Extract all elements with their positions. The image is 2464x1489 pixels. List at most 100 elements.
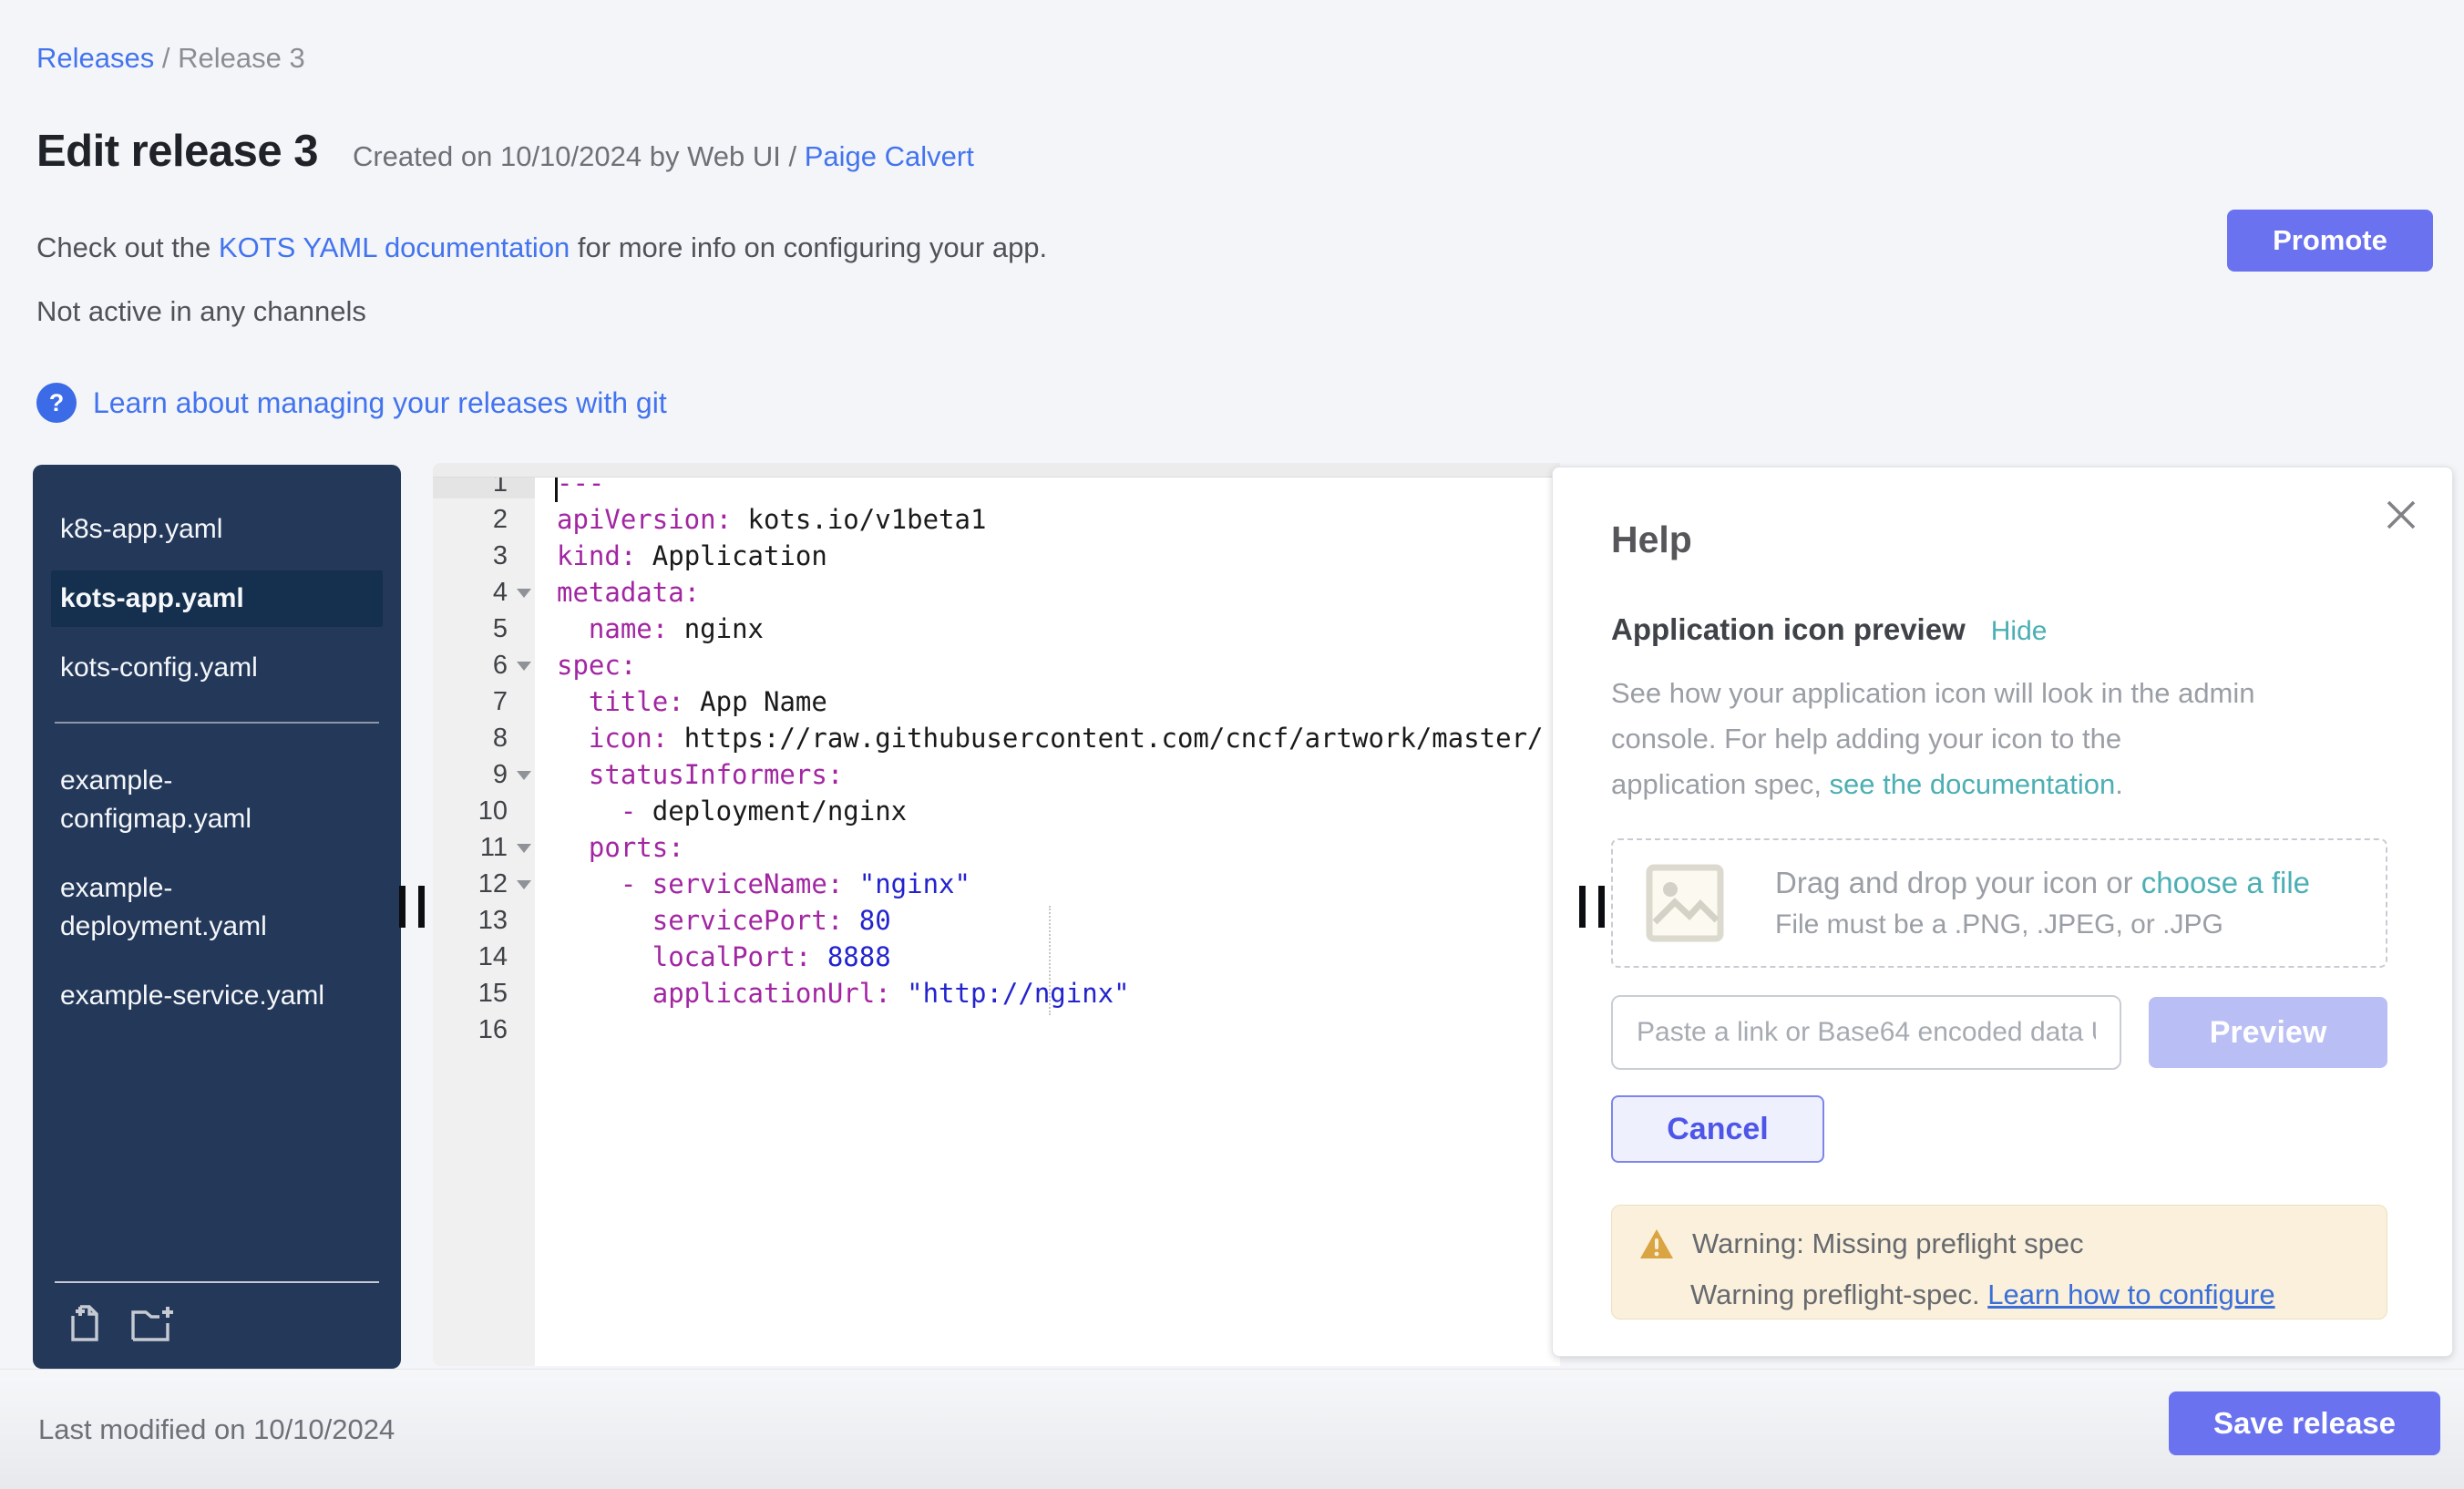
file-sidebar: k8s-app.yaml kots-app.yaml kots-config.yam…	[33, 465, 401, 1369]
fold-arrow-icon[interactable]	[517, 589, 531, 598]
close-icon[interactable]	[2381, 495, 2421, 535]
line-number[interactable]: 6	[433, 651, 535, 681]
line-number[interactable]: 2	[433, 505, 535, 535]
promote-button[interactable]: Promote	[2227, 210, 2433, 272]
sidebar-footer	[33, 1281, 401, 1369]
dropzone-prefix: Drag and drop your icon or	[1775, 866, 2141, 899]
code-text: - serviceName: "nginx"	[535, 868, 970, 899]
code-line-6: 6spec:	[433, 647, 1560, 683]
line-number[interactable]: 15	[433, 979, 535, 1009]
file-item-label: example-deployment.yaml	[60, 869, 334, 946]
code-text: ---	[535, 478, 604, 498]
fold-arrow-icon[interactable]	[517, 662, 531, 671]
code-text: name: nginx	[535, 613, 764, 644]
file-item-example-configmap.yaml[interactable]: example-configmap.yaml	[51, 753, 383, 847]
yaml-editor[interactable]: 1---2apiVersion: kots.io/v1beta13kind: A…	[433, 463, 1560, 1366]
line-number[interactable]: 16	[433, 1015, 535, 1045]
fold-arrow-icon[interactable]	[517, 771, 531, 780]
code-line-1: 1---	[433, 478, 1560, 501]
code-line-7: 7 title: App Name	[433, 683, 1560, 720]
help-resize-handle[interactable]	[1579, 886, 1605, 928]
line-number[interactable]: 5	[433, 614, 535, 644]
file-item-kots-app.yaml[interactable]: kots-app.yaml	[51, 570, 383, 627]
icon-dropzone[interactable]: Drag and drop your icon or choose a file…	[1611, 838, 2387, 968]
created-info: Created on 10/10/2024 by Web UI / Paige …	[353, 140, 974, 173]
file-item-k8s-app.yaml[interactable]: k8s-app.yaml	[51, 501, 383, 558]
line-number[interactable]: 8	[433, 724, 535, 754]
code-text: title: App Name	[535, 686, 827, 717]
icon-url-input[interactable]	[1611, 995, 2121, 1070]
line-number[interactable]: 9	[433, 760, 535, 790]
icon-preview-title: Application icon preview	[1611, 612, 1966, 647]
preflight-warning: Warning: Missing preflight spec Warning …	[1611, 1205, 2387, 1320]
line-number[interactable]: 3	[433, 541, 535, 571]
text-cursor	[555, 478, 558, 502]
docs-line: Check out the KOTS YAML documentation fo…	[36, 231, 1047, 264]
code-text: localPort: 8888	[535, 941, 891, 972]
kots-yaml-docs-link[interactable]: KOTS YAML documentation	[219, 231, 570, 263]
file-item-label: example-service.yaml	[60, 977, 324, 1015]
code-line-16: 16	[433, 1011, 1560, 1048]
save-release-button[interactable]: Save release	[2169, 1391, 2440, 1455]
code-line-14: 14 localPort: 8888	[433, 939, 1560, 975]
code-line-9: 9 statusInformers:	[433, 756, 1560, 793]
preview-button[interactable]: Preview	[2149, 997, 2387, 1068]
help-title: Help	[1611, 519, 2394, 561]
line-number[interactable]: 7	[433, 687, 535, 717]
author-link[interactable]: Paige Calvert	[805, 140, 974, 172]
new-folder-icon[interactable]	[129, 1303, 175, 1345]
page-title: Edit release 3	[36, 126, 318, 177]
hide-link[interactable]: Hide	[1991, 616, 2048, 647]
desc-period: .	[2115, 768, 2123, 800]
warning-detail: Warning preflight-spec. Learn how to con…	[1690, 1278, 2359, 1311]
warning-detail-text: Warning preflight-spec.	[1690, 1278, 1987, 1310]
code-text: apiVersion: kots.io/v1beta1	[535, 504, 986, 535]
choose-file-link[interactable]: choose a file	[2141, 866, 2310, 899]
breadcrumb-separator: /	[154, 42, 178, 74]
line-number[interactable]: 4	[433, 578, 535, 608]
sidebar-footer-divider	[55, 1281, 379, 1283]
file-item-label: kots-app.yaml	[60, 580, 244, 618]
fold-arrow-icon[interactable]	[517, 844, 531, 853]
image-placeholder-icon	[1646, 864, 1724, 942]
code-text: - deployment/nginx	[535, 796, 907, 827]
code-text: kind: Application	[535, 540, 827, 571]
line-number[interactable]: 10	[433, 796, 535, 827]
dropzone-text: Drag and drop your icon or choose a file	[1775, 866, 2310, 900]
breadcrumb-releases-link[interactable]: Releases	[36, 42, 154, 74]
file-item-kots-config.yaml[interactable]: kots-config.yaml	[51, 640, 383, 696]
breadcrumb-current: Release 3	[178, 42, 305, 74]
line-number[interactable]: 13	[433, 906, 535, 936]
fold-arrow-icon[interactable]	[517, 880, 531, 889]
code-text: spec:	[535, 650, 636, 681]
code-line-11: 11 ports:	[433, 829, 1560, 866]
sidebar-resize-handle[interactable]	[399, 886, 425, 928]
line-number[interactable]: 11	[433, 833, 535, 863]
file-group-divider	[55, 722, 379, 724]
warning-icon	[1639, 1227, 1674, 1260]
channel-status: Not active in any channels	[36, 295, 366, 328]
code-line-3: 3kind: Application	[433, 538, 1560, 574]
code-line-12: 12 - serviceName: "nginx"	[433, 866, 1560, 902]
learn-configure-link[interactable]: Learn how to configure	[1987, 1278, 2274, 1310]
line-number[interactable]: 12	[433, 869, 535, 899]
file-item-example-service.yaml[interactable]: example-service.yaml	[51, 968, 383, 1024]
code-lines: 1---2apiVersion: kots.io/v1beta13kind: A…	[433, 478, 1560, 1048]
new-file-icon[interactable]	[64, 1303, 106, 1345]
code-text: icon: https://raw.githubusercontent.com/…	[535, 723, 1544, 754]
line-number[interactable]: 14	[433, 942, 535, 972]
question-mark-icon: ?	[36, 383, 77, 423]
line-number[interactable]: 1	[433, 478, 535, 498]
warning-title: Warning: Missing preflight spec	[1692, 1227, 2084, 1260]
see-documentation-link[interactable]: see the documentation	[1830, 768, 2116, 800]
code-line-13: 13 servicePort: 80	[433, 902, 1560, 939]
file-list: k8s-app.yaml kots-app.yaml kots-config.yam…	[33, 465, 401, 1024]
cancel-button[interactable]: Cancel	[1611, 1095, 1824, 1163]
file-item-example-deployment.yaml[interactable]: example-deployment.yaml	[51, 860, 383, 955]
breadcrumb: Releases / Release 3	[36, 42, 305, 75]
editor-scrollbar-track[interactable]	[433, 463, 1560, 478]
git-releases-link[interactable]: Learn about managing your releases with …	[93, 386, 667, 420]
code-text: ports:	[535, 832, 684, 863]
help-panel: Help Application icon preview Hide See h…	[1552, 467, 2453, 1357]
last-modified: Last modified on 10/10/2024	[38, 1413, 395, 1446]
